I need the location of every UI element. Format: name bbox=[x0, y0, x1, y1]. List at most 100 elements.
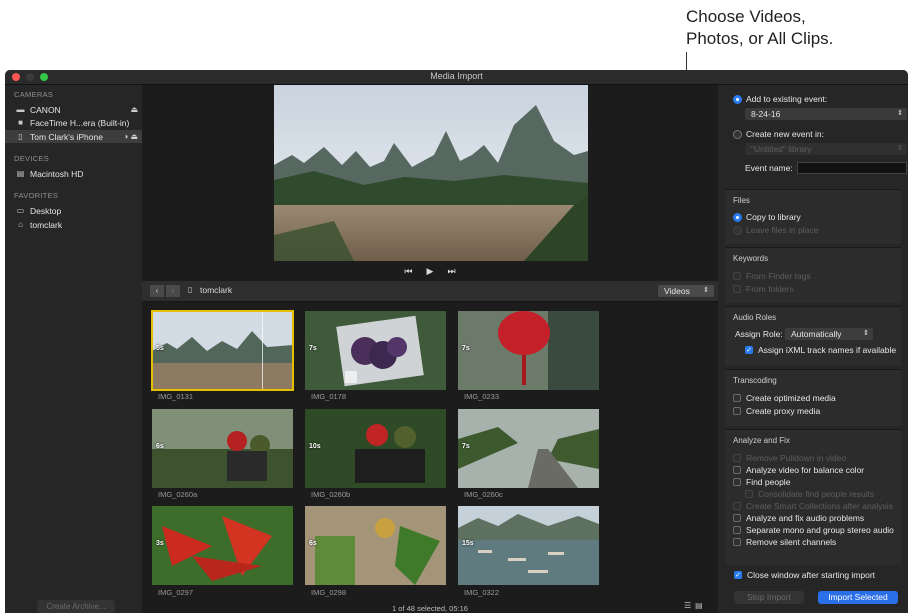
clip-thumbnail[interactable]: 5s bbox=[151, 310, 294, 391]
balance-color-checkbox[interactable]: Analyze video for balance color bbox=[733, 465, 864, 475]
sidebar-item-label: Tom Clark's iPhone bbox=[30, 131, 103, 142]
sidebar-item-desktop[interactable]: ▭ Desktop bbox=[5, 204, 142, 217]
clip-thumbnail[interactable]: 10s bbox=[305, 409, 446, 488]
remove-pulldown-checkbox[interactable]: Remove Pulldown in video bbox=[733, 453, 846, 463]
clip-image bbox=[458, 311, 599, 390]
option-label: Close window after starting import bbox=[747, 570, 876, 580]
clip-thumbnail[interactable]: 6s bbox=[152, 409, 293, 488]
eject-icon[interactable]: ◑ ⏏ bbox=[123, 132, 138, 141]
back-button[interactable]: ‹ bbox=[150, 285, 164, 297]
event-name-field[interactable] bbox=[797, 162, 907, 174]
clip-thumbnail[interactable]: 7s bbox=[305, 311, 446, 390]
sidebar-item-canon[interactable]: ▬ CANON ⏏ bbox=[5, 103, 142, 116]
consolidate-people-checkbox[interactable]: Consolidate find people results bbox=[745, 489, 874, 499]
event-name-row: Event name: bbox=[745, 163, 793, 173]
filmstrip-view-icon[interactable]: ☰ bbox=[684, 601, 695, 610]
library-popup[interactable]: "Untitled" library ⇕ bbox=[745, 143, 907, 155]
clip-name: IMG_0298 bbox=[311, 588, 347, 597]
sidebar-item-iphone[interactable]: ▯ Tom Clark's iPhone ◑ ⏏ bbox=[5, 130, 142, 143]
audio-roles-group: Audio Roles Assign Role: Automatically ⇕… bbox=[725, 306, 901, 366]
checkbox-icon bbox=[733, 285, 741, 293]
title-bar: Media Import bbox=[5, 70, 908, 85]
from-finder-tags-checkbox[interactable]: From Finder tags bbox=[733, 271, 811, 281]
hard-drive-icon: ▤ bbox=[16, 169, 25, 178]
radio-selected-icon bbox=[733, 94, 742, 104]
existing-event-value: 8-24-16 bbox=[751, 109, 781, 119]
eject-icon[interactable]: ⏏ bbox=[130, 105, 138, 114]
checkmark-icon: ✓ bbox=[734, 571, 742, 579]
clip-duration: 10s bbox=[309, 443, 321, 450]
option-label: Analyze and fix audio problems bbox=[746, 513, 865, 523]
create-archive-button[interactable]: Create Archive... bbox=[37, 600, 115, 613]
assign-role-value: Automatically bbox=[791, 329, 842, 339]
folder-path: tomclark bbox=[200, 285, 233, 295]
sidebar-item-facetime[interactable]: ■ FaceTime H...era (Built-in) bbox=[5, 116, 142, 129]
proxy-media-checkbox[interactable]: Create proxy media bbox=[733, 406, 820, 416]
clip-thumbnail[interactable]: 6s bbox=[305, 506, 446, 585]
option-label: Create Smart Collections after analysis bbox=[746, 501, 893, 511]
smart-collections-checkbox[interactable]: Create Smart Collections after analysis bbox=[733, 501, 893, 511]
close-window-checkbox[interactable]: ✓ Close window after starting import bbox=[734, 570, 875, 580]
play-icon[interactable]: ▶ bbox=[427, 266, 434, 277]
popup-arrows-icon: ⇕ bbox=[703, 287, 709, 294]
checkbox-icon bbox=[733, 272, 741, 280]
callout-line-2: Photos, or All Clips. bbox=[686, 29, 834, 48]
browser-toolbar: ‹ › ▯ tomclark Videos ⇕ bbox=[142, 281, 718, 302]
media-type-popup[interactable]: Videos ⇕ bbox=[658, 285, 714, 297]
clip-image bbox=[458, 506, 599, 585]
option-label: Create optimized media bbox=[746, 393, 836, 403]
radio-unselected-icon bbox=[733, 129, 742, 139]
clip-image bbox=[152, 506, 293, 585]
clip-duration: 3s bbox=[156, 540, 164, 547]
separate-mono-checkbox[interactable]: Separate mono and group stereo audio bbox=[733, 525, 894, 535]
clip-duration: 5s bbox=[156, 345, 164, 352]
checkbox-icon bbox=[733, 514, 741, 522]
clip-thumbnail[interactable]: 7s bbox=[458, 311, 599, 390]
browser-area: ⏮ ▶ ⏭ ‹ › ▯ tomclark Videos ⇕ 5s IMG_013… bbox=[142, 85, 718, 613]
leave-in-place-radio[interactable]: Leave files in place bbox=[733, 225, 818, 235]
create-new-event-radio[interactable]: Create new event in: bbox=[733, 129, 824, 139]
clip-thumbnail[interactable]: 7s bbox=[458, 409, 599, 488]
clip-thumbnail[interactable]: 15s bbox=[458, 506, 599, 585]
popup-arrows-icon: ⇕ bbox=[897, 110, 903, 117]
iphone-icon: ▯ bbox=[18, 132, 23, 141]
sidebar-item-label: tomclark bbox=[30, 219, 63, 230]
list-view-icon[interactable]: ▤ bbox=[695, 601, 707, 610]
assign-role-popup[interactable]: Automatically ⇕ bbox=[785, 328, 873, 340]
import-selected-button[interactable]: Import Selected bbox=[818, 591, 898, 604]
option-label: Analyze video for balance color bbox=[746, 465, 865, 475]
radio-selected-icon bbox=[733, 212, 742, 222]
files-header: Files bbox=[733, 196, 750, 205]
from-folders-checkbox[interactable]: From folders bbox=[733, 284, 794, 294]
clip-thumbnail[interactable]: 3s bbox=[152, 506, 293, 585]
desktop-icon: ▭ bbox=[16, 206, 25, 215]
devices-header: DEVICES bbox=[14, 154, 50, 163]
checkbox-icon bbox=[733, 454, 741, 462]
find-people-checkbox[interactable]: Find people bbox=[733, 477, 790, 487]
stop-import-button[interactable]: Stop Import bbox=[734, 591, 804, 604]
popup-arrows-icon: ⇕ bbox=[897, 145, 903, 152]
audio-problems-checkbox[interactable]: Analyze and fix audio problems bbox=[733, 513, 864, 523]
clip-grid: 5s IMG_0131 7s IMG_0178 7s IMG_0233 6s I… bbox=[142, 303, 718, 603]
copy-to-library-radio[interactable]: Copy to library bbox=[733, 212, 801, 222]
transcoding-header: Transcoding bbox=[733, 376, 777, 385]
clip-image bbox=[458, 409, 599, 488]
existing-event-popup[interactable]: 8-24-16 ⇕ bbox=[745, 108, 907, 120]
option-label: Remove silent channels bbox=[746, 537, 837, 547]
sidebar-item-tomclark[interactable]: ⌂ tomclark bbox=[5, 218, 142, 231]
skip-back-icon[interactable]: ⏮ bbox=[404, 266, 412, 277]
remove-silent-checkbox[interactable]: Remove silent channels bbox=[733, 537, 836, 547]
option-label: Copy to library bbox=[746, 212, 801, 222]
checkbox-icon bbox=[733, 478, 741, 486]
assign-ixml-checkbox[interactable]: ✓ Assign iXML track names if available bbox=[745, 345, 896, 355]
skip-forward-icon[interactable]: ⏭ bbox=[447, 266, 455, 277]
forward-button[interactable]: › bbox=[166, 285, 180, 297]
clip-image bbox=[305, 311, 446, 390]
sidebar-item-macintosh-hd[interactable]: ▤ Macintosh HD bbox=[5, 167, 142, 180]
option-label: Create proxy media bbox=[746, 406, 821, 416]
option-label: Find people bbox=[746, 477, 791, 487]
clip-image bbox=[152, 409, 293, 488]
add-to-existing-radio[interactable]: Add to existing event: bbox=[733, 94, 827, 104]
preview-landscape-image bbox=[274, 85, 588, 261]
optimized-media-checkbox[interactable]: Create optimized media bbox=[733, 393, 836, 403]
